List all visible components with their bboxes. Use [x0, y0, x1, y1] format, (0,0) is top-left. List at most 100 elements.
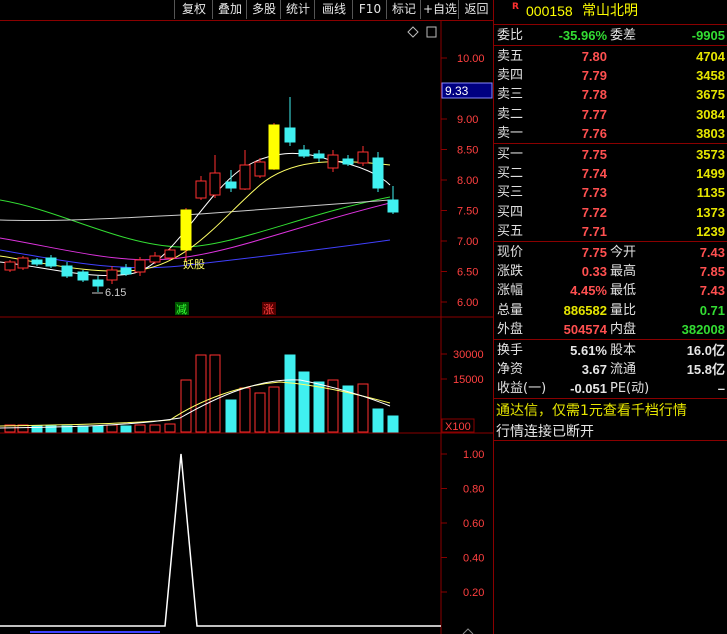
- ratio-label: 委比: [497, 28, 524, 43]
- volume-bar: [225, 399, 237, 433]
- event-label: 妖股: [183, 257, 205, 271]
- stat-label: 换手: [497, 343, 524, 358]
- stock-chart[interactable]: 10.009.509.008.508.007.507.006.506.00 9.…: [0, 21, 493, 634]
- stat-value: 15.8亿: [686, 362, 725, 378]
- candle-body: [120, 267, 132, 275]
- share-stat-row: 收益(一) -0.051 PE(动) –: [494, 379, 727, 398]
- volume-bar: [106, 424, 118, 433]
- indicator-axis: 1.00 0.80 0.60 0.40 0.20: [441, 449, 484, 599]
- price-tick: 9.00: [457, 114, 478, 126]
- indicator-tick: 0.80: [463, 484, 484, 496]
- stat-label: 流通: [610, 362, 637, 378]
- r-mark: R: [512, 2, 519, 12]
- order-volume: 3458: [696, 68, 725, 84]
- sell-order-row: 卖四 7.79 3458: [494, 66, 727, 85]
- rise-tag: 涨: [263, 303, 274, 316]
- volume-bar: [134, 424, 146, 433]
- volume-bar: [120, 425, 132, 433]
- sell-order-row: 卖五 7.80 4704: [494, 47, 727, 66]
- price-tick: 6.50: [457, 267, 478, 279]
- indicator-tick: 0.20: [463, 587, 484, 599]
- order-price: 7.80: [581, 49, 607, 64]
- multi-stock-button[interactable]: 多股: [246, 0, 281, 19]
- sell-order-row: 卖一 7.76 3803: [494, 124, 727, 143]
- ratio-value: -35.96%: [558, 28, 607, 43]
- stat-value: 16.0亿: [686, 343, 725, 358]
- stat-label: 外盘: [497, 321, 524, 337]
- candle-body: [342, 158, 354, 165]
- order-level-label: 卖五: [497, 49, 524, 64]
- order-level-label: 卖一: [497, 125, 524, 141]
- scroll-arrow-icon[interactable]: [462, 628, 474, 634]
- candle-body: [254, 161, 266, 177]
- reduce-tag: 减: [176, 303, 187, 316]
- f10-button[interactable]: F10: [352, 0, 387, 19]
- volume-bar: [313, 381, 325, 433]
- stat-label: 股本: [610, 343, 637, 358]
- candle-body: [387, 199, 399, 213]
- candle-body: [45, 257, 57, 267]
- candle-body: [209, 172, 221, 196]
- quote-stat-row: 总量 886582 量比 0.71: [494, 301, 727, 320]
- order-volume: 3084: [696, 106, 725, 122]
- order-price: 7.77: [581, 106, 607, 122]
- order-price: 7.71: [581, 223, 607, 239]
- price-tick: 8.00: [457, 175, 478, 187]
- indicator-tick: 1.00: [463, 449, 484, 461]
- ma-line-yellow: [0, 161, 391, 272]
- stat-label: 净资: [497, 362, 524, 378]
- add-watchlist-button[interactable]: +自选: [420, 0, 459, 19]
- stat-label: 最高: [610, 264, 637, 280]
- candle-body: [327, 154, 339, 169]
- candle-body: [372, 157, 384, 189]
- candle-body: [61, 265, 73, 277]
- sell-order-row: 卖三 7.78 3675: [494, 85, 727, 104]
- restore-rights-button[interactable]: 复权: [174, 0, 213, 19]
- volume-bar: [387, 415, 399, 433]
- candle-body: [180, 209, 192, 251]
- candle-body: [77, 271, 89, 281]
- stat-value: 0.71: [699, 302, 725, 318]
- draw-line-button[interactable]: 画线: [314, 0, 353, 19]
- volume-bar: [195, 354, 207, 433]
- order-level-label: 卖三: [497, 87, 524, 103]
- overlay-button[interactable]: 叠加: [212, 0, 247, 19]
- candle-body: [357, 151, 369, 164]
- order-level-label: 卖四: [497, 68, 524, 84]
- order-price: 7.79: [581, 68, 607, 84]
- statistics-button[interactable]: 统计: [280, 0, 315, 19]
- chart-toolbar: 复权 叠加 多股 统计 画线 F10 标记 +自选 返回: [0, 0, 493, 20]
- stat-label: 量比: [610, 302, 637, 318]
- order-volume: 3803: [696, 125, 725, 141]
- diamond-icon[interactable]: [407, 26, 419, 38]
- buy-order-row: 买一 7.75 3573: [494, 145, 727, 164]
- mark-button[interactable]: 标记: [386, 0, 421, 19]
- stock-name: 常山北明: [582, 3, 638, 19]
- volume-bar: [77, 425, 89, 433]
- order-level-label: 买二: [497, 166, 524, 182]
- order-price: 7.75: [581, 147, 607, 162]
- order-level-label: 买四: [497, 204, 524, 220]
- candle-body: [195, 180, 207, 199]
- stat-label: 最低: [610, 283, 637, 299]
- order-volume: 1135: [696, 185, 725, 201]
- quote-panel: R 000158 常山北明 委比 -35.96% 委差 -9905 卖五 7.80…: [493, 0, 727, 634]
- volume-bar: [209, 354, 221, 433]
- candle-body: [239, 164, 251, 190]
- back-button[interactable]: 返回: [458, 0, 494, 19]
- candle-body: [92, 279, 104, 287]
- share-stat-row: 换手 5.61% 股本 16.0亿: [494, 341, 727, 360]
- stat-label: 涨跌: [497, 264, 524, 280]
- volume-tick-30000: 30000: [453, 349, 484, 361]
- diff-label: 委差: [610, 28, 637, 43]
- upgrade-notice[interactable]: 通达信，仅需1元查看千档行情: [496, 400, 687, 420]
- candle-body: [268, 124, 280, 170]
- stat-value: –: [717, 381, 725, 397]
- price-tick: 7.00: [457, 236, 478, 248]
- price-tick: 8.50: [457, 145, 478, 157]
- order-price: 7.78: [581, 87, 607, 103]
- window-icon[interactable]: [426, 26, 437, 38]
- buy-order-row: 买四 7.72 1373: [494, 203, 727, 222]
- stat-value: 5.61%: [570, 343, 607, 358]
- stat-label: PE(动): [610, 381, 650, 397]
